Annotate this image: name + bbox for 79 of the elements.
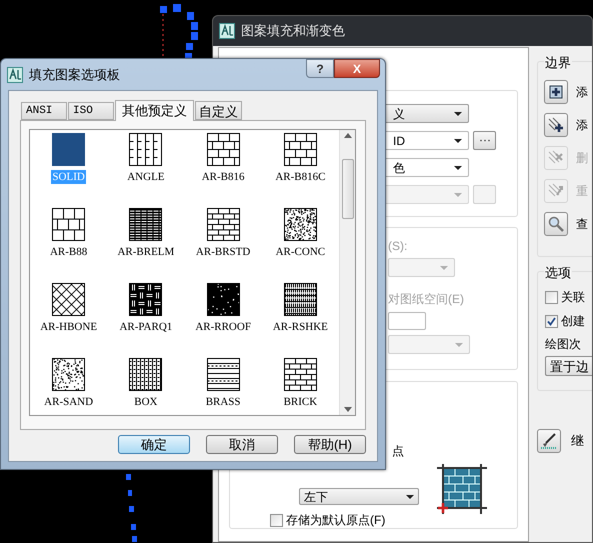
scroll-down-icon[interactable] <box>344 407 352 412</box>
input-field[interactable] <box>388 312 426 330</box>
pattern-label[interactable]: AR-B816C <box>274 170 326 184</box>
pattern-label[interactable]: AR-RSHKE <box>272 320 329 334</box>
button-label: 添 <box>576 84 588 101</box>
checkbox-label: 存储为默认原点(F) <box>286 512 386 529</box>
pattern-label[interactable]: AR-PARQ1 <box>118 320 174 334</box>
button-label: 添 <box>576 117 588 134</box>
pattern-label[interactable]: AR-RROOF <box>194 320 252 334</box>
button-label: 重 <box>576 183 588 200</box>
pattern-label[interactable]: BRICK <box>282 395 318 409</box>
caret-icon <box>454 112 462 116</box>
app-icon <box>219 23 235 39</box>
checkbox[interactable] <box>270 514 283 526</box>
caret-icon <box>406 494 414 498</box>
pattern-label[interactable]: BRASS <box>204 395 242 409</box>
pattern-label[interactable]: AR-BRSTD <box>194 245 252 259</box>
caret-icon <box>454 166 462 170</box>
dropdown-value: 义 <box>392 106 405 122</box>
tab[interactable]: 自定义 <box>195 101 242 120</box>
dialog-button[interactable]: 取消 <box>206 435 278 454</box>
pattern-label[interactable]: AR-BRELM <box>116 245 176 259</box>
button-label: 继 <box>571 432 584 450</box>
pattern-label[interactable]: AR-SAND <box>43 395 94 409</box>
scroll-thumb[interactable] <box>342 158 354 218</box>
grid-pattern-icon[interactable] <box>129 358 162 391</box>
pattern-label[interactable]: ANGLE <box>126 170 166 184</box>
dropdown-value: ID <box>392 132 405 150</box>
boundary-button[interactable] <box>544 80 568 104</box>
draw-order-label: 绘图次 <box>545 336 582 353</box>
angle-label: (S): <box>388 238 408 253</box>
checkbox[interactable] <box>545 290 558 304</box>
dropdown-value: 色 <box>392 160 405 176</box>
boundary-button[interactable] <box>544 113 568 137</box>
browse-button[interactable] <box>473 131 496 150</box>
app-icon <box>7 66 23 82</box>
pattern-label[interactable]: AR-CONC <box>274 245 326 259</box>
pattern-label[interactable]: BOX <box>133 395 158 409</box>
pattern-label[interactable]: AR-HBONE <box>39 320 98 334</box>
line-pattern-icon[interactable] <box>206 358 240 391</box>
button-label: 查 <box>576 216 588 233</box>
stripe-pattern-icon[interactable] <box>284 283 317 316</box>
origin-label: 点 <box>392 443 404 460</box>
pattern-label[interactable]: AR-B88 <box>48 245 88 259</box>
dropdown[interactable]: 置于边 <box>545 356 592 376</box>
window-title: 图案填充和渐变色 <box>241 22 345 40</box>
dropdown-value: 左下 <box>304 488 328 506</box>
add-hatch-icon <box>547 116 565 134</box>
checkbox[interactable] <box>545 314 558 328</box>
brick-preview-icon <box>437 464 487 514</box>
search-icon <box>547 215 565 233</box>
checkbox-label: 创建 <box>561 313 585 330</box>
caret-icon <box>440 266 448 270</box>
caret-icon <box>454 138 462 142</box>
brush-icon <box>540 432 558 450</box>
dialog-button[interactable]: 帮助(H) <box>294 435 366 454</box>
dropdown[interactable]: 左下 <box>299 488 419 505</box>
add-pick-icon <box>547 83 565 101</box>
tab[interactable]: ANSI <box>21 102 67 120</box>
dialog-button[interactable]: 确定 <box>118 435 190 454</box>
checkbox-label: 对图纸空间(E) <box>388 291 465 306</box>
caret-icon <box>454 192 462 196</box>
dot-pattern-icon[interactable] <box>284 208 317 241</box>
button-label: 删 <box>576 150 588 167</box>
dot-pattern-icon[interactable] <box>52 358 86 391</box>
tab[interactable]: 其他预定义 <box>115 100 194 121</box>
parquet-pattern-icon[interactable] <box>129 283 162 316</box>
checkbox-label: 关联 <box>561 289 585 306</box>
pattern-label[interactable]: AR-B816 <box>200 170 246 184</box>
tab[interactable]: ISO <box>68 102 114 120</box>
grid-pattern-icon[interactable] <box>129 133 162 166</box>
inherit-button[interactable] <box>537 429 561 453</box>
scroll-up-icon[interactable] <box>344 133 352 138</box>
help-button[interactable]: ? <box>306 59 334 78</box>
dot-pattern-icon[interactable] <box>206 283 240 316</box>
ellipsis-icon <box>478 139 490 142</box>
scrollbar[interactable] <box>339 130 355 415</box>
caret-icon <box>455 342 463 346</box>
window-title: 填充图案选项板 <box>29 66 120 84</box>
